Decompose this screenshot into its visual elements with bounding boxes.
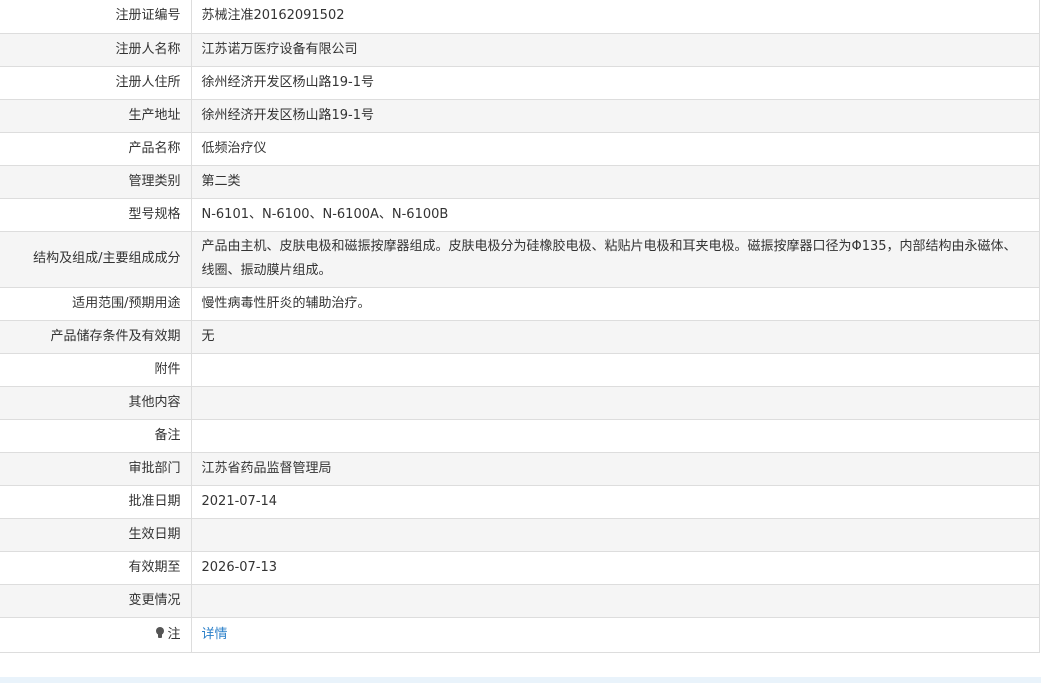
- field-value: [190, 352, 1040, 387]
- field-value: 徐州经济开发区杨山路19-1号: [190, 98, 1040, 133]
- table-row: 变更情况: [0, 583, 1040, 618]
- note-label-cell: 注: [0, 616, 192, 653]
- bottom-panel-edge: [0, 677, 1041, 683]
- field-value: 苏械注准20162091502: [190, 0, 1040, 34]
- field-label: 生产地址: [0, 98, 192, 133]
- field-value: 2021-07-14: [190, 484, 1040, 519]
- field-value: [190, 418, 1040, 453]
- table-row: 注册人名称 江苏诺万医疗设备有限公司: [0, 32, 1040, 67]
- field-label: 注册证编号: [0, 0, 192, 34]
- field-value: 江苏诺万医疗设备有限公司: [190, 32, 1040, 67]
- field-value: 江苏省药品监督管理局: [190, 451, 1040, 486]
- field-label: 生效日期: [0, 517, 192, 552]
- field-value: 低频治疗仪: [190, 131, 1040, 166]
- field-value: [190, 583, 1040, 618]
- note-value-cell: 详情: [190, 616, 1040, 653]
- field-label: 有效期至: [0, 550, 192, 585]
- table-row: 审批部门 江苏省药品监督管理局: [0, 451, 1040, 486]
- field-label: 批准日期: [0, 484, 192, 519]
- field-label: 变更情况: [0, 583, 192, 618]
- field-value: 第二类: [190, 164, 1040, 199]
- table-row: 生产地址 徐州经济开发区杨山路19-1号: [0, 98, 1040, 133]
- field-label: 管理类别: [0, 164, 192, 199]
- field-label: 注册人名称: [0, 32, 192, 67]
- field-value: [190, 517, 1040, 552]
- field-label: 结构及组成/主要组成成分: [0, 230, 192, 288]
- table-row: 备注: [0, 418, 1040, 453]
- table-row: 产品名称 低频治疗仪: [0, 131, 1040, 166]
- field-label: 其他内容: [0, 385, 192, 420]
- field-label: 审批部门: [0, 451, 192, 486]
- note-row: 注 详情: [0, 616, 1040, 653]
- field-label: 产品名称: [0, 131, 192, 166]
- table-row: 适用范围/预期用途 慢性病毒性肝炎的辅助治疗。: [0, 286, 1040, 321]
- table-row: 附件: [0, 352, 1040, 387]
- table-row: 产品储存条件及有效期 无: [0, 319, 1040, 354]
- field-value: 2026-07-13: [190, 550, 1040, 585]
- field-value: 无: [190, 319, 1040, 354]
- table-row: 有效期至 2026-07-13: [0, 550, 1040, 585]
- table-row: 注册人住所 徐州经济开发区杨山路19-1号: [0, 65, 1040, 100]
- table-row: 注册证编号 苏械注准20162091502: [0, 0, 1040, 34]
- table-row: 其他内容: [0, 385, 1040, 420]
- field-label: 附件: [0, 352, 192, 387]
- field-label: 型号规格: [0, 197, 192, 232]
- field-value: N-6101、N-6100、N-6100A、N-6100B: [190, 197, 1040, 232]
- registration-detail-table: 注册证编号 苏械注准20162091502 注册人名称 江苏诺万医疗设备有限公司…: [0, 0, 1040, 653]
- table-row: 管理类别 第二类: [0, 164, 1040, 199]
- table-row: 型号规格 N-6101、N-6100、N-6100A、N-6100B: [0, 197, 1040, 232]
- lightbulb-icon: [155, 626, 165, 639]
- field-label: 适用范围/预期用途: [0, 286, 192, 321]
- field-value: 慢性病毒性肝炎的辅助治疗。: [190, 286, 1040, 321]
- details-link[interactable]: 详情: [202, 627, 228, 642]
- table-row: 批准日期 2021-07-14: [0, 484, 1040, 519]
- field-label: 注册人住所: [0, 65, 192, 100]
- field-label: 产品储存条件及有效期: [0, 319, 192, 354]
- field-value: [190, 385, 1040, 420]
- field-label: 备注: [0, 418, 192, 453]
- table-row: 生效日期: [0, 517, 1040, 552]
- table-row: 结构及组成/主要组成成分 产品由主机、皮肤电极和磁振按摩器组成。皮肤电极分为硅橡…: [0, 230, 1040, 288]
- field-value: 产品由主机、皮肤电极和磁振按摩器组成。皮肤电极分为硅橡胶电极、粘贴片电极和耳夹电…: [190, 230, 1040, 288]
- field-value: 徐州经济开发区杨山路19-1号: [190, 65, 1040, 100]
- note-label: 注: [167, 626, 181, 642]
